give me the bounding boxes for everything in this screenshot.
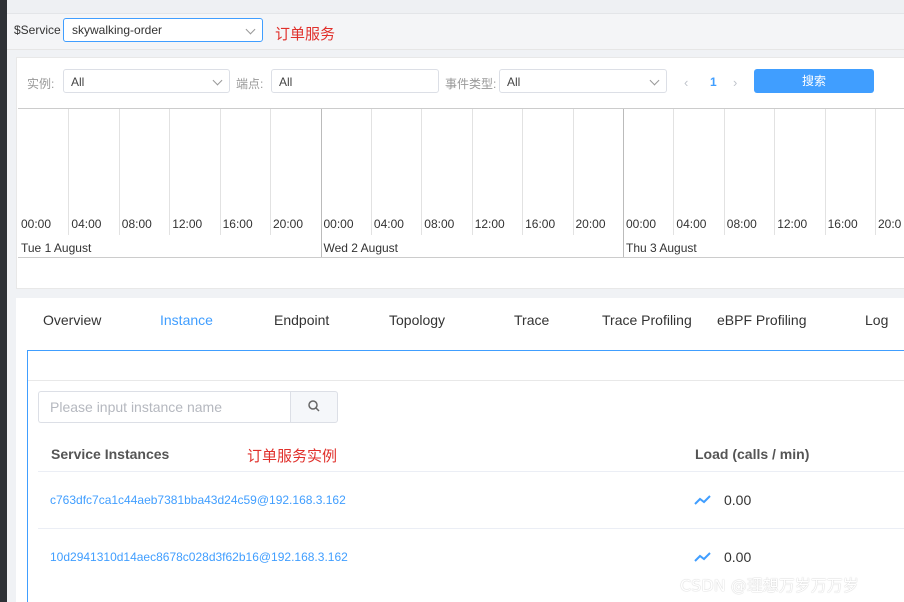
hour-label: 00:00 bbox=[323, 217, 354, 231]
instance-search-button[interactable] bbox=[290, 391, 338, 423]
instance-filter-label: 实例: bbox=[27, 77, 55, 91]
event-type-filter-label: 事件类型: bbox=[445, 77, 497, 91]
event-timeline-panel: 实例: All 端点: All 事件类型: All ‹ 1 › 搜索 00:00… bbox=[16, 57, 904, 289]
hour-gridline bbox=[68, 109, 70, 235]
table-row: c763dfc7ca1c44aeb7381bba43d24c59@192.168… bbox=[38, 471, 904, 528]
hour-label: 16:00 bbox=[222, 217, 253, 231]
hour-gridline bbox=[219, 109, 221, 235]
hour-label: 08:00 bbox=[424, 217, 455, 231]
chevron-down-icon bbox=[245, 24, 256, 35]
instance-link[interactable]: 10d2941310d14aec8678c028d3f62b16@192.168… bbox=[50, 550, 348, 564]
line-chart-icon[interactable] bbox=[694, 551, 712, 563]
instance-panel: Please input instance name Service Insta… bbox=[27, 350, 904, 602]
watermark: CSDN @理想万岁万万岁 bbox=[680, 576, 859, 595]
endpoint-filter-label: 端点: bbox=[236, 77, 264, 91]
hour-label: 04:00 bbox=[71, 217, 102, 231]
pager-prev-button[interactable]: ‹ bbox=[684, 75, 688, 90]
hour-gridline bbox=[270, 109, 271, 235]
hour-label: 16:00 bbox=[525, 217, 556, 231]
hour-label: 12:00 bbox=[777, 217, 808, 231]
hour-gridline bbox=[471, 109, 473, 235]
tab-trace[interactable]: Trace bbox=[514, 312, 549, 328]
chevron-down-icon bbox=[212, 75, 223, 86]
hour-gridline bbox=[673, 109, 675, 235]
service-annotation: 订单服务 bbox=[275, 25, 336, 43]
hour-label: 16:00 bbox=[827, 217, 858, 231]
event-type-filter-select[interactable]: All bbox=[499, 69, 667, 93]
day-label: Thu 3 August bbox=[626, 241, 697, 255]
hour-gridline bbox=[169, 109, 171, 235]
hour-gridline bbox=[118, 109, 120, 235]
hour-gridline bbox=[824, 109, 826, 235]
day-divider bbox=[320, 109, 322, 257]
main-panel: Overview Instance Endpoint Topology Trace Tra… bbox=[16, 298, 904, 602]
hour-gridline bbox=[522, 109, 524, 235]
hour-gridline bbox=[774, 109, 776, 235]
column-header-service-instances: Service Instances bbox=[51, 446, 170, 462]
instance-link[interactable]: c763dfc7ca1c44aeb7381bba43d24c59@192.168… bbox=[50, 493, 346, 507]
service-bar: $Service skywalking-order 订单服务 bbox=[7, 14, 904, 50]
hour-label: 20:00 bbox=[273, 217, 304, 231]
endpoint-filter-input[interactable]: All bbox=[271, 69, 439, 93]
service-select[interactable]: skywalking-order bbox=[63, 18, 263, 42]
line-chart-icon[interactable] bbox=[694, 494, 712, 506]
search-button[interactable]: 搜索 bbox=[754, 69, 874, 93]
hour-label: 00:00 bbox=[626, 217, 657, 231]
hour-gridline bbox=[421, 109, 423, 235]
tab-overview[interactable]: Overview bbox=[43, 312, 101, 328]
hour-label: 00:00 bbox=[21, 217, 52, 231]
hour-label: 12:00 bbox=[474, 217, 505, 231]
endpoint-filter-value: All bbox=[279, 75, 293, 89]
instance-filter-select[interactable]: All bbox=[63, 69, 230, 93]
hour-label: 20:0 bbox=[878, 217, 902, 231]
hour-label: 04:00 bbox=[373, 217, 404, 231]
load-value: 0.00 bbox=[724, 549, 752, 565]
left-border bbox=[0, 0, 7, 602]
tab-endpoint[interactable]: Endpoint bbox=[274, 312, 329, 328]
tab-trace-profiling[interactable]: Trace Profiling bbox=[602, 312, 692, 328]
hour-label: 20:00 bbox=[575, 217, 606, 231]
pager-next-button[interactable]: › bbox=[733, 75, 737, 90]
hour-label: 12:00 bbox=[172, 217, 203, 231]
column-header-load: Load (calls / min) bbox=[695, 446, 810, 462]
tab-topology[interactable]: Topology bbox=[389, 312, 445, 328]
hour-label: 08:00 bbox=[726, 217, 757, 231]
day-divider bbox=[623, 109, 624, 257]
search-icon bbox=[308, 400, 320, 412]
hour-gridline bbox=[370, 109, 372, 235]
hour-gridline bbox=[723, 109, 725, 235]
hour-label: 04:00 bbox=[676, 217, 707, 231]
tab-instance[interactable]: Instance bbox=[160, 312, 213, 328]
day-label: Tue 1 August bbox=[21, 241, 92, 255]
instance-panel-header bbox=[28, 351, 904, 381]
hour-gridline bbox=[875, 109, 876, 235]
top-strip bbox=[7, 0, 904, 14]
service-select-value: skywalking-order bbox=[72, 23, 163, 37]
load-value: 0.00 bbox=[724, 492, 752, 508]
chevron-down-icon bbox=[649, 75, 660, 86]
day-label: Wed 2 August bbox=[323, 241, 399, 255]
tab-ebpf-profiling[interactable]: eBPF Profiling bbox=[717, 312, 806, 328]
event-timeline[interactable]: 00:00 04:00 08:00 12:00 16:00 20:00 Tue 1 Augu… bbox=[18, 108, 904, 258]
hour-gridline bbox=[572, 109, 574, 235]
instance-search-input[interactable]: Please input instance name bbox=[38, 391, 291, 423]
instance-filter-value: All bbox=[71, 75, 85, 89]
hour-label: 08:00 bbox=[121, 217, 152, 231]
service-label: $Service bbox=[14, 23, 61, 37]
tab-log[interactable]: Log bbox=[865, 312, 888, 328]
instances-annotation: 订单服务实例 bbox=[247, 447, 338, 465]
event-type-filter-value: All bbox=[507, 75, 521, 89]
pager-current-page[interactable]: 1 bbox=[710, 75, 717, 89]
